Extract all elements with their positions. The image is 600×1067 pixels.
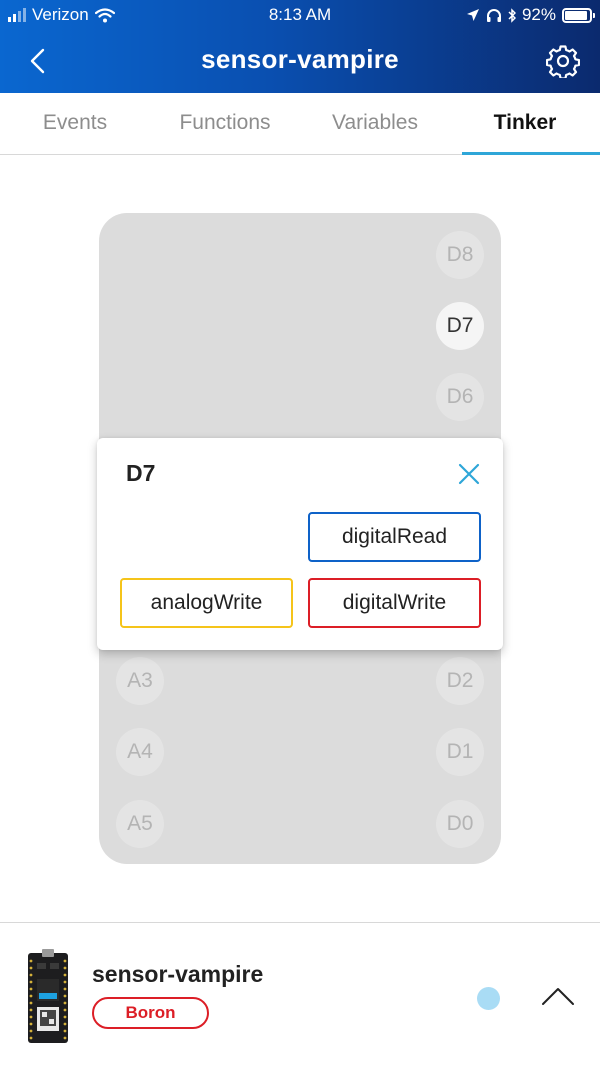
pin-d0[interactable]: D0 (436, 800, 484, 848)
gear-icon (545, 45, 581, 80)
device-footer[interactable]: sensor-vampire Boron (0, 922, 600, 1067)
pin-a3[interactable]: A3 (116, 657, 164, 705)
pin-d1[interactable]: D1 (436, 728, 484, 776)
tab-functions[interactable]: Functions (150, 93, 300, 154)
boron-device-image (28, 949, 68, 1043)
device-name: sensor-vampire (92, 961, 264, 987)
status-bar: Verizon 8:13 AM 92% (0, 0, 600, 30)
tab-tinker[interactable]: Tinker (450, 93, 600, 155)
digital-read-button[interactable]: digitalRead (308, 512, 481, 562)
bluetooth-icon (508, 7, 516, 23)
device-type-badge: Boron (92, 997, 209, 1029)
battery-icon (562, 7, 595, 23)
close-icon (458, 463, 480, 485)
page-title: sensor-vampire (201, 44, 399, 74)
tab-variables[interactable]: Variables (300, 93, 450, 154)
analog-write-button[interactable]: analogWrite (120, 578, 293, 628)
tab-bar: Events Functions Variables Tinker (0, 93, 600, 155)
pin-a4[interactable]: A4 (116, 728, 164, 776)
battery-percent: 92% (521, 5, 556, 24)
popup-title: D7 (126, 460, 156, 486)
pin-d6[interactable]: D6 (436, 373, 484, 421)
tab-events[interactable]: Events (0, 93, 150, 154)
chevron-up-icon[interactable] (540, 985, 576, 1007)
settings-button[interactable] (545, 44, 581, 80)
app-header: Verizon 8:13 AM 92% sensor-vampire (0, 0, 600, 93)
digital-write-button[interactable]: digitalWrite (308, 578, 481, 628)
pin-d7[interactable]: D7 (436, 302, 484, 350)
close-button[interactable] (457, 462, 481, 486)
status-dot (477, 987, 500, 1010)
pin-a5[interactable]: A5 (116, 800, 164, 848)
pin-d2[interactable]: D2 (436, 657, 484, 705)
location-icon (466, 9, 479, 21)
headphones-icon (486, 8, 501, 22)
pin-function-popup: D7 digitalRead analogWrite digitalWrite (97, 438, 503, 650)
pin-d8[interactable]: D8 (436, 231, 484, 279)
